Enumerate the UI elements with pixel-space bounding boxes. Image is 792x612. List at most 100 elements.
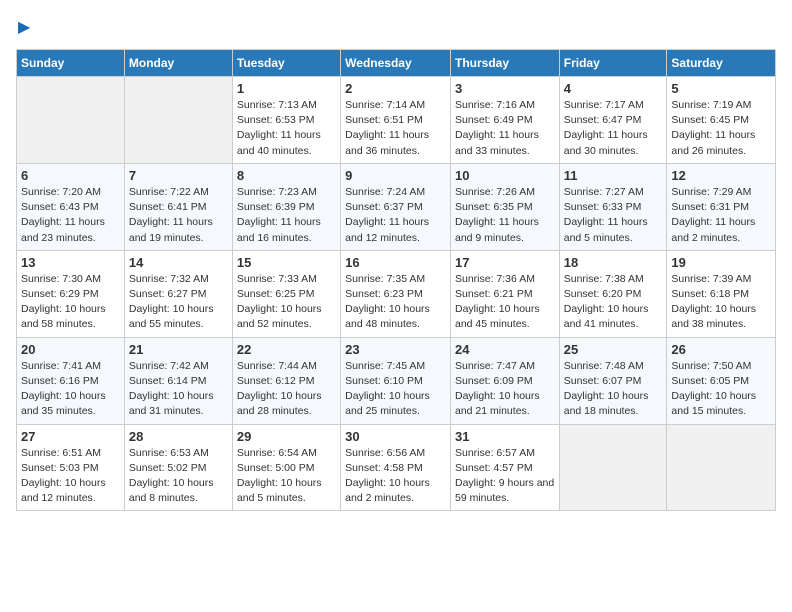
day-info: Sunrise: 7:35 AM Sunset: 6:23 PM Dayligh… [345, 272, 446, 333]
day-info: Sunrise: 6:53 AM Sunset: 5:02 PM Dayligh… [129, 446, 228, 507]
day-number: 23 [345, 342, 446, 357]
week-row-1: 1 Sunrise: 7:13 AM Sunset: 6:53 PM Daylig… [17, 77, 776, 164]
day-info: Sunrise: 6:54 AM Sunset: 5:00 PM Dayligh… [237, 446, 336, 507]
col-header-wednesday: Wednesday [341, 50, 451, 77]
calendar-cell: 24 Sunrise: 7:47 AM Sunset: 6:09 PM Dayli… [450, 337, 559, 424]
calendar-cell: 18 Sunrise: 7:38 AM Sunset: 6:20 PM Dayli… [559, 250, 667, 337]
calendar-cell: 19 Sunrise: 7:39 AM Sunset: 6:18 PM Dayli… [667, 250, 776, 337]
calendar-cell: 6Sunrise: 7:20 AM Sunset: 6:43 PM Daylig… [17, 163, 125, 250]
day-info: Sunrise: 7:38 AM Sunset: 6:20 PM Dayligh… [564, 272, 663, 333]
logo-bird-icon: ▶ [18, 17, 30, 37]
day-info: Sunrise: 7:47 AM Sunset: 6:09 PM Dayligh… [455, 359, 555, 420]
day-number: 5 [671, 81, 771, 96]
day-number: 15 [237, 255, 336, 270]
day-number: 30 [345, 429, 446, 444]
col-header-sunday: Sunday [17, 50, 125, 77]
day-number: 1 [237, 81, 336, 96]
day-info: Sunrise: 7:36 AM Sunset: 6:21 PM Dayligh… [455, 272, 555, 333]
day-info: Sunrise: 7:30 AM Sunset: 6:29 PM Dayligh… [21, 272, 120, 333]
day-number: 25 [564, 342, 663, 357]
day-info: Sunrise: 7:29 AM Sunset: 6:31 PM Dayligh… [671, 185, 771, 246]
day-info: Sunrise: 7:44 AM Sunset: 6:12 PM Dayligh… [237, 359, 336, 420]
calendar-cell: 12Sunrise: 7:29 AM Sunset: 6:31 PM Dayli… [667, 163, 776, 250]
day-info: Sunrise: 7:26 AM Sunset: 6:35 PM Dayligh… [455, 185, 555, 246]
calendar-cell: 1 Sunrise: 7:13 AM Sunset: 6:53 PM Daylig… [232, 77, 340, 164]
day-info: Sunrise: 6:56 AM Sunset: 4:58 PM Dayligh… [345, 446, 446, 507]
week-row-3: 13 Sunrise: 7:30 AM Sunset: 6:29 PM Dayli… [17, 250, 776, 337]
day-info: Sunrise: 7:32 AM Sunset: 6:27 PM Dayligh… [129, 272, 228, 333]
calendar-cell: 14Sunrise: 7:32 AM Sunset: 6:27 PM Dayli… [124, 250, 232, 337]
day-info: Sunrise: 6:57 AM Sunset: 4:57 PM Dayligh… [455, 446, 555, 507]
logo-top: ▶ [16, 16, 30, 37]
day-number: 13 [21, 255, 120, 270]
day-info: Sunrise: 7:39 AM Sunset: 6:18 PM Dayligh… [671, 272, 771, 333]
day-info: Sunrise: 7:17 AM Sunset: 6:47 PM Dayligh… [564, 98, 663, 159]
calendar-cell [124, 77, 232, 164]
calendar-cell [667, 424, 776, 511]
calendar-body: 1 Sunrise: 7:13 AM Sunset: 6:53 PM Daylig… [17, 77, 776, 511]
day-info: Sunrise: 7:13 AM Sunset: 6:53 PM Dayligh… [237, 98, 336, 159]
day-info: Sunrise: 7:22 AM Sunset: 6:41 PM Dayligh… [129, 185, 228, 246]
day-number: 8 [237, 168, 336, 183]
calendar-cell: 30 Sunrise: 6:56 AM Sunset: 4:58 PM Dayli… [341, 424, 451, 511]
day-number: 16 [345, 255, 446, 270]
calendar-cell: 4 Sunrise: 7:17 AM Sunset: 6:47 PM Daylig… [559, 77, 667, 164]
calendar-cell: 20Sunrise: 7:41 AM Sunset: 6:16 PM Dayli… [17, 337, 125, 424]
day-number: 29 [237, 429, 336, 444]
calendar-cell: 26Sunrise: 7:50 AM Sunset: 6:05 PM Dayli… [667, 337, 776, 424]
calendar-cell: 21 Sunrise: 7:42 AM Sunset: 6:14 PM Dayli… [124, 337, 232, 424]
day-number: 7 [129, 168, 228, 183]
calendar-cell: 25 Sunrise: 7:48 AM Sunset: 6:07 PM Dayli… [559, 337, 667, 424]
calendar-table: SundayMondayTuesdayWednesdayThursdayFrid… [16, 49, 776, 511]
calendar-cell: 22 Sunrise: 7:44 AM Sunset: 6:12 PM Dayli… [232, 337, 340, 424]
day-number: 18 [564, 255, 663, 270]
calendar-cell: 13 Sunrise: 7:30 AM Sunset: 6:29 PM Dayli… [17, 250, 125, 337]
day-info: Sunrise: 7:41 AM Sunset: 6:16 PM Dayligh… [21, 359, 120, 420]
day-number: 21 [129, 342, 228, 357]
day-info: Sunrise: 7:50 AM Sunset: 6:05 PM Dayligh… [671, 359, 771, 420]
day-info: Sunrise: 7:16 AM Sunset: 6:49 PM Dayligh… [455, 98, 555, 159]
day-number: 31 [455, 429, 555, 444]
calendar-header-row: SundayMondayTuesdayWednesdayThursdayFrid… [17, 50, 776, 77]
day-info: Sunrise: 7:20 AM Sunset: 6:43 PM Dayligh… [21, 185, 120, 246]
calendar-cell [17, 77, 125, 164]
calendar-cell [559, 424, 667, 511]
calendar-cell: 5Sunrise: 7:19 AM Sunset: 6:45 PM Daylig… [667, 77, 776, 164]
day-number: 9 [345, 168, 446, 183]
calendar-cell: 15 Sunrise: 7:33 AM Sunset: 6:25 PM Dayli… [232, 250, 340, 337]
day-number: 2 [345, 81, 446, 96]
week-row-5: 27Sunrise: 6:51 AM Sunset: 5:03 PM Dayli… [17, 424, 776, 511]
day-number: 19 [671, 255, 771, 270]
calendar-cell: 17Sunrise: 7:36 AM Sunset: 6:21 PM Dayli… [450, 250, 559, 337]
day-info: Sunrise: 7:42 AM Sunset: 6:14 PM Dayligh… [129, 359, 228, 420]
calendar-cell: 9 Sunrise: 7:24 AM Sunset: 6:37 PM Daylig… [341, 163, 451, 250]
day-number: 3 [455, 81, 555, 96]
calendar-cell: 31 Sunrise: 6:57 AM Sunset: 4:57 PM Dayli… [450, 424, 559, 511]
day-info: Sunrise: 7:45 AM Sunset: 6:10 PM Dayligh… [345, 359, 446, 420]
calendar-cell: 10 Sunrise: 7:26 AM Sunset: 6:35 PM Dayli… [450, 163, 559, 250]
day-number: 4 [564, 81, 663, 96]
header: ▶ [16, 16, 776, 37]
day-info: Sunrise: 7:33 AM Sunset: 6:25 PM Dayligh… [237, 272, 336, 333]
day-info: Sunrise: 6:51 AM Sunset: 5:03 PM Dayligh… [21, 446, 120, 507]
calendar-cell: 28 Sunrise: 6:53 AM Sunset: 5:02 PM Dayli… [124, 424, 232, 511]
calendar-cell: 8Sunrise: 7:23 AM Sunset: 6:39 PM Daylig… [232, 163, 340, 250]
calendar-cell: 29 Sunrise: 6:54 AM Sunset: 5:00 PM Dayli… [232, 424, 340, 511]
calendar-cell: 7 Sunrise: 7:22 AM Sunset: 6:41 PM Daylig… [124, 163, 232, 250]
calendar-cell: 23 Sunrise: 7:45 AM Sunset: 6:10 PM Dayli… [341, 337, 451, 424]
calendar-cell: 27Sunrise: 6:51 AM Sunset: 5:03 PM Dayli… [17, 424, 125, 511]
col-header-monday: Monday [124, 50, 232, 77]
day-number: 10 [455, 168, 555, 183]
calendar-cell: 16 Sunrise: 7:35 AM Sunset: 6:23 PM Dayli… [341, 250, 451, 337]
day-number: 24 [455, 342, 555, 357]
col-header-thursday: Thursday [450, 50, 559, 77]
calendar-cell: 11Sunrise: 7:27 AM Sunset: 6:33 PM Dayli… [559, 163, 667, 250]
calendar-cell: 2Sunrise: 7:14 AM Sunset: 6:51 PM Daylig… [341, 77, 451, 164]
day-info: Sunrise: 7:24 AM Sunset: 6:37 PM Dayligh… [345, 185, 446, 246]
day-info: Sunrise: 7:48 AM Sunset: 6:07 PM Dayligh… [564, 359, 663, 420]
day-number: 11 [564, 168, 663, 183]
day-number: 22 [237, 342, 336, 357]
logo: ▶ [16, 16, 30, 37]
day-number: 28 [129, 429, 228, 444]
week-row-4: 20Sunrise: 7:41 AM Sunset: 6:16 PM Dayli… [17, 337, 776, 424]
